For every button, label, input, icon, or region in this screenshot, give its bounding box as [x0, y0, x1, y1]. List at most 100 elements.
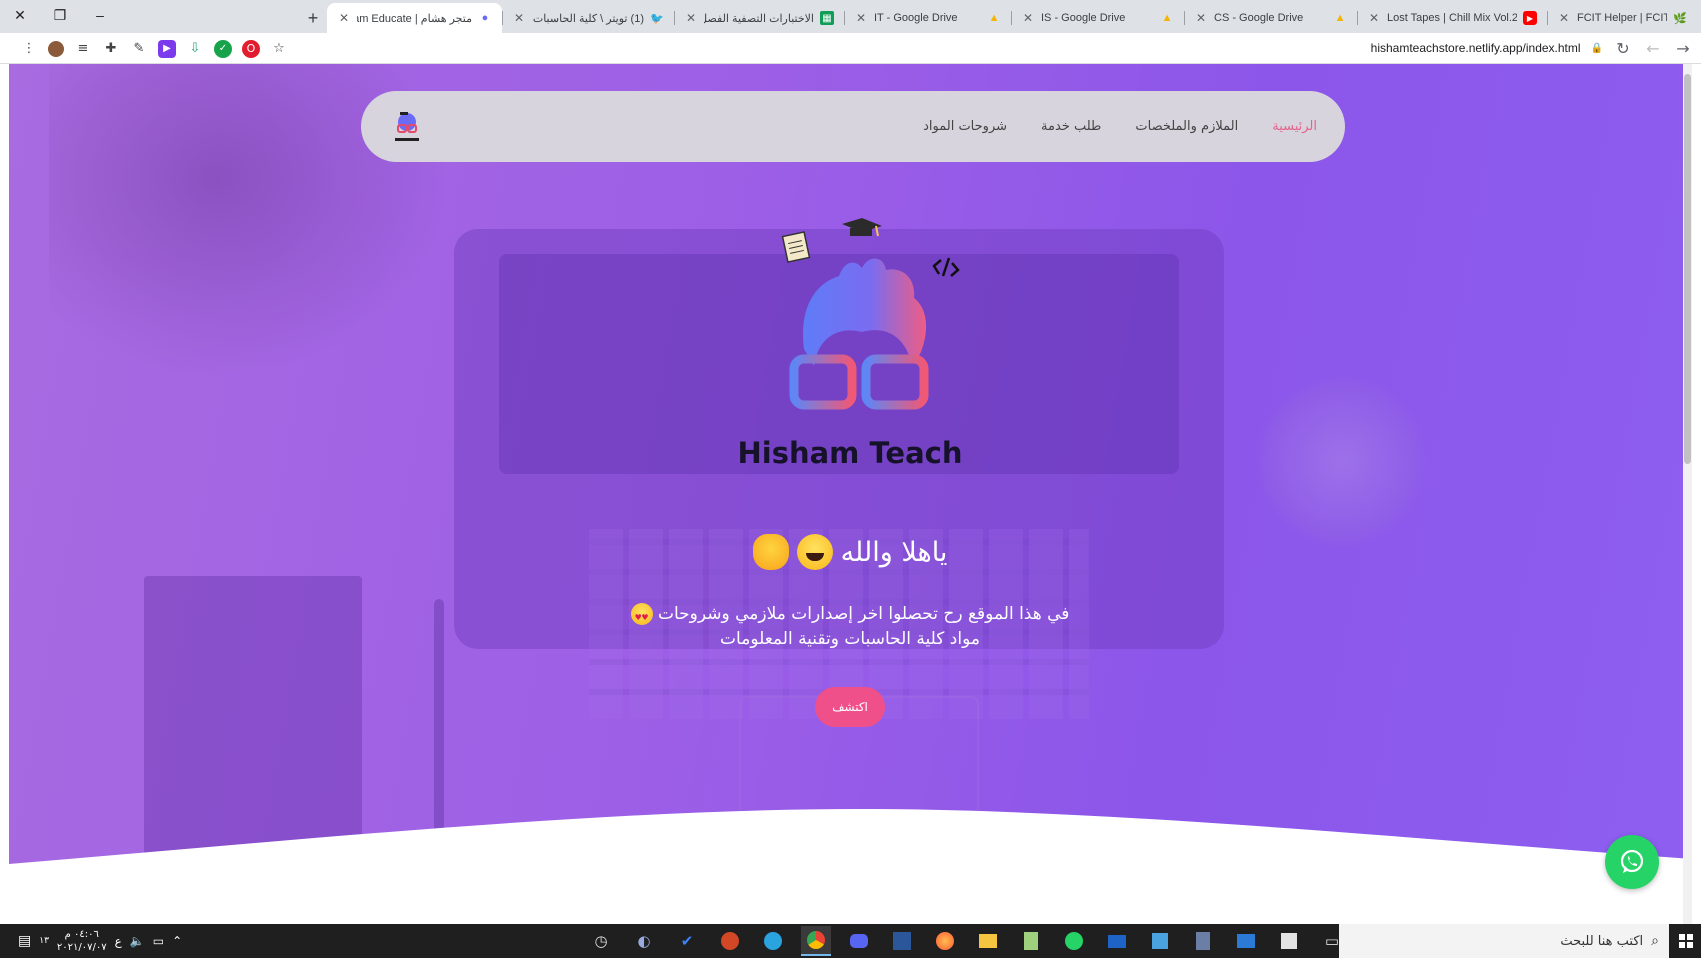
- outlook-icon[interactable]: [1231, 926, 1261, 956]
- tab-separator: [1357, 11, 1358, 25]
- store-icon[interactable]: [1274, 926, 1304, 956]
- volume-icon[interactable]: 🔈: [130, 934, 145, 948]
- close-window-button[interactable]: ✕: [0, 0, 40, 30]
- nav-notes-summaries[interactable]: الملازم والملخصات: [1135, 119, 1238, 134]
- word-icon[interactable]: [887, 926, 917, 956]
- background-cup: [1254, 374, 1429, 549]
- tab-close-icon[interactable]: ✕: [1194, 11, 1208, 25]
- heart-eyes-icon: [630, 603, 653, 630]
- tab-separator: [1011, 11, 1012, 25]
- tab-close-icon[interactable]: ✕: [1367, 11, 1381, 25]
- snipping-tool-icon[interactable]: [1145, 926, 1175, 956]
- nav-home[interactable]: الرئيسية: [1272, 119, 1317, 134]
- system-clock[interactable]: ٠٤:٠٦ م ٢٠٢١/٠٧/٠٧: [57, 928, 107, 954]
- tab-separator: [1184, 11, 1185, 25]
- back-forward-right-icon[interactable]: →: [1671, 39, 1695, 58]
- tab-close-icon[interactable]: ✕: [512, 11, 526, 25]
- browser-tab[interactable]: ▶ Lost Tapes | Chill Mix Vol.2 - ✕: [1357, 3, 1547, 33]
- notification-count: ١٣: [39, 936, 49, 946]
- opera-icon[interactable]: O: [242, 39, 260, 58]
- menu-kebab-icon[interactable]: ⋮: [20, 40, 38, 58]
- tab-strip: 🌿 FCIT Helper | FCIT Map ✕ ▶ Lost Tapes | Ch…: [0, 0, 1701, 33]
- tab-close-icon[interactable]: ✕: [1021, 11, 1035, 25]
- browser-tab[interactable]: ▲ IT - Google Drive ✕: [844, 3, 1011, 33]
- extension-shield-icon[interactable]: ✓: [214, 39, 232, 58]
- whatsapp-button[interactable]: [1605, 835, 1659, 889]
- lock-icon[interactable]: 🔒: [1591, 43, 1603, 54]
- greeting-heading: ياهلا والله: [550, 534, 1150, 570]
- search-placeholder[interactable]: اكتب هنا للبحث: [1560, 934, 1643, 949]
- browser-tab[interactable]: ▦ الاختبارات التصفية الفصل الد ✕: [674, 3, 844, 33]
- url-text[interactable]: hishamteachstore.netlify.app/index.html: [1371, 41, 1581, 55]
- navigation-buttons: ↻ ← →: [1611, 33, 1695, 64]
- tabs-container: 🌿 FCIT Helper | FCIT Map ✕ ▶ Lost Tapes | Ch…: [327, 3, 1697, 33]
- start-button[interactable]: [1671, 924, 1701, 958]
- windows-logo-icon: [1679, 934, 1693, 948]
- back-forward-left-icon[interactable]: ←: [1641, 39, 1665, 58]
- window-controls: ✕ ❐ –: [0, 0, 120, 30]
- browser-tab[interactable]: 🌿 FCIT Helper | FCIT Map ✕: [1547, 3, 1697, 33]
- tab-close-icon[interactable]: ✕: [854, 11, 868, 25]
- browser-tab[interactable]: ● متجر هشام | Hisham Educate ✕: [327, 3, 502, 33]
- bookmark-star-icon[interactable]: ☆: [270, 40, 288, 58]
- telegram-icon[interactable]: [758, 926, 788, 956]
- new-tab-button[interactable]: +: [299, 3, 327, 33]
- browser-tab[interactable]: ▲ CS - Google Drive ✕: [1184, 3, 1357, 33]
- scrollbar-thumb[interactable]: [1684, 74, 1691, 464]
- language-indicator[interactable]: ع: [115, 934, 122, 948]
- restore-window-button[interactable]: ❐: [40, 0, 80, 30]
- tab-close-icon[interactable]: ✕: [337, 11, 351, 25]
- notepad-app-icon[interactable]: [1016, 926, 1046, 956]
- windows-taskbar: ⌕ اكتب هنا للبحث ◷ ◐ ✔ ▭ ▤ ١٣ ٠٤:٠٦ م ٢٠…: [0, 924, 1701, 958]
- discord-icon[interactable]: [844, 926, 874, 956]
- hero-description: في هذا الموقع رح تحصلوا اخر إصدارات ملاز…: [550, 602, 1150, 652]
- hero-section: الرئيسية الملازم والملخصات طلب خدمة شروح…: [9, 64, 1692, 924]
- powerpoint-icon[interactable]: [715, 926, 745, 956]
- whatsapp-app-icon[interactable]: [1059, 926, 1089, 956]
- mail-app-icon[interactable]: [1102, 926, 1132, 956]
- todo-app-icon[interactable]: ✔: [672, 926, 702, 956]
- taskbar-apps: ◷ ◐ ✔ ▭: [586, 924, 1347, 958]
- nav-links: الرئيسية الملازم والملخصات طلب خدمة شروح…: [923, 91, 1317, 162]
- page-scrollbar[interactable]: [1683, 64, 1692, 924]
- calculator-icon[interactable]: [1188, 926, 1218, 956]
- file-explorer-icon[interactable]: [973, 926, 1003, 956]
- chrome-icon[interactable]: [801, 926, 831, 956]
- browser-toolbar: ⋮ ≡ ✚ ✎ ▶ ⇩ ✓ O ☆ hishamteachstore.netli…: [0, 33, 1701, 64]
- puzzle-extensions-icon[interactable]: ✚: [102, 40, 120, 58]
- profile-avatar-icon[interactable]: [48, 40, 64, 57]
- graduation-cap-icon: [842, 218, 882, 237]
- minimize-window-button[interactable]: –: [80, 0, 120, 30]
- paint-app-icon[interactable]: ◐: [629, 926, 659, 956]
- address-bar[interactable]: hishamteachstore.netlify.app/index.html …: [1371, 41, 1603, 55]
- tray-overflow-chevron-icon[interactable]: ⌃: [172, 934, 182, 948]
- browser-tab[interactable]: 🐦 (1) تويتر \ كلية الحاسبات FCIT ✕: [502, 3, 674, 33]
- notepad-icon: [781, 231, 811, 263]
- task-view-icon[interactable]: ▭: [1317, 926, 1347, 956]
- firefox-icon[interactable]: [930, 926, 960, 956]
- tab-separator: [502, 11, 503, 25]
- extension-tool-icon[interactable]: ✎: [130, 40, 148, 58]
- description-line-1: في هذا الموقع رح تحصلوا اخر إصدارات ملاز…: [657, 604, 1070, 624]
- nav-request-service[interactable]: طلب خدمة: [1041, 119, 1101, 134]
- tab-title: IS - Google Drive: [1041, 12, 1126, 24]
- whatsapp-icon: [1620, 849, 1644, 873]
- greeting-text: ياهلا والله: [840, 536, 948, 568]
- nav-course-explanations[interactable]: شروحات المواد: [923, 119, 1007, 134]
- notifications-icon[interactable]: ▤: [18, 933, 31, 949]
- tab-separator: [674, 11, 675, 25]
- system-tray: ▤ ١٣ ٠٤:٠٦ م ٢٠٢١/٠٧/٠٧ ع 🔈 ▭ ⌃: [18, 924, 182, 958]
- network-icon[interactable]: ▭: [153, 934, 164, 948]
- clock-app-icon[interactable]: ◷: [586, 926, 616, 956]
- reload-icon[interactable]: ↻: [1611, 39, 1635, 58]
- tab-close-icon[interactable]: ✕: [684, 11, 698, 25]
- discover-button[interactable]: اكتشف: [815, 687, 885, 727]
- drive-icon: ▲: [1334, 12, 1346, 24]
- reading-list-icon[interactable]: ≡: [74, 40, 92, 58]
- browser-tab[interactable]: ▲ IS - Google Drive ✕: [1011, 3, 1184, 33]
- extension-purple-icon[interactable]: ▶: [158, 39, 176, 58]
- site-logo-icon[interactable]: [389, 109, 425, 145]
- taskbar-search[interactable]: ⌕ اكتب هنا للبحث: [1339, 924, 1669, 958]
- extension-download-icon[interactable]: ⇩: [186, 40, 204, 58]
- tab-close-icon[interactable]: ✕: [1557, 11, 1571, 25]
